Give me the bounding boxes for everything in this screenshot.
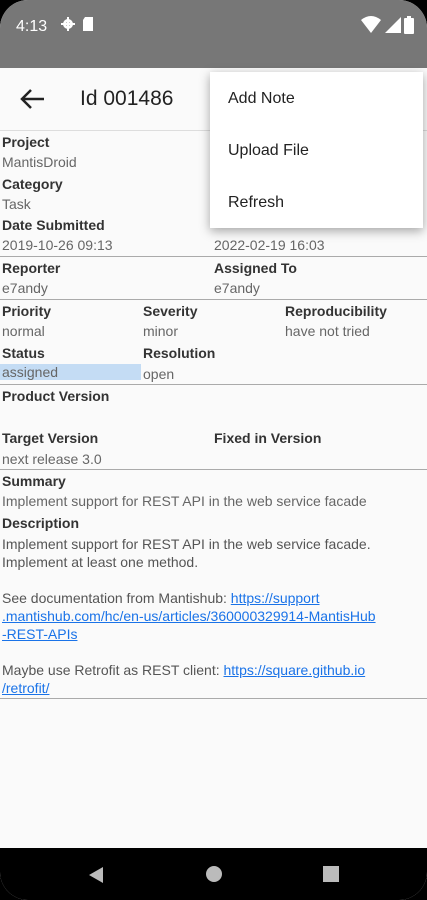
- doc-link[interactable]: -REST-APIs: [2, 626, 77, 642]
- divider: [0, 299, 427, 300]
- nav-recents-icon[interactable]: [323, 866, 339, 882]
- documentation-paragraph: See documentation from Mantishub: https:…: [2, 589, 422, 607]
- nav-home-icon[interactable]: [205, 865, 223, 883]
- resolution-value: open: [143, 366, 175, 382]
- doc-text: See documentation from Mantishub:: [2, 590, 231, 606]
- divider: [0, 698, 427, 699]
- overflow-menu: Add Note Upload File Refresh: [210, 72, 423, 228]
- phone-screen: 4:13 Id 001486 Project MantisDroid Categ…: [0, 0, 427, 900]
- wifi-icon: [361, 16, 381, 33]
- description-label: Description: [2, 515, 80, 531]
- reporter-label: Reporter: [2, 260, 61, 276]
- divider: [0, 469, 427, 470]
- project-label: Project: [2, 134, 50, 150]
- sd-card-icon: [83, 17, 93, 31]
- assigned-to-label: Assigned To: [214, 260, 297, 276]
- fixed-in-version-label: Fixed in Version: [214, 430, 322, 446]
- status-label: Status: [2, 345, 45, 361]
- summary-value: Implement support for REST API in the we…: [2, 493, 367, 509]
- description-line: Implement at least one method.: [2, 554, 199, 570]
- back-arrow-icon[interactable]: [18, 86, 46, 112]
- priority-value: normal: [2, 323, 45, 339]
- page-title: Id 001486: [80, 87, 174, 110]
- last-update-value: 2022-02-19 16:03: [214, 237, 325, 253]
- divider: [0, 384, 427, 385]
- nav-back-icon[interactable]: [88, 866, 104, 884]
- assigned-to-value: e7andy: [214, 280, 260, 296]
- menu-item-upload-file[interactable]: Upload File: [228, 142, 309, 160]
- doc-link[interactable]: .mantishub.com/hc/en-us/articles/3600003…: [2, 608, 376, 624]
- retrofit-link[interactable]: /retrofit/: [2, 680, 49, 696]
- reporter-value: e7andy: [2, 280, 48, 296]
- menu-item-refresh[interactable]: Refresh: [228, 194, 284, 212]
- target-version-label: Target Version: [2, 430, 99, 446]
- date-submitted-value: 2019-10-26 09:13: [2, 237, 113, 253]
- status-time: 4:13: [16, 18, 48, 35]
- date-submitted-label: Date Submitted: [2, 217, 105, 233]
- retrofit-paragraph: Maybe use Retrofit as REST client: https…: [2, 661, 422, 679]
- divider: [0, 256, 427, 257]
- doc-link[interactable]: https://support: [231, 590, 320, 606]
- severity-value: minor: [143, 323, 179, 339]
- battery-icon: [404, 16, 414, 34]
- product-version-label: Product Version: [2, 388, 110, 404]
- project-value: MantisDroid: [2, 154, 77, 170]
- description-line: Implement support for REST API in the we…: [2, 536, 371, 552]
- cell-signal-icon: [385, 17, 401, 33]
- summary-label: Summary: [2, 473, 66, 489]
- resolution-label: Resolution: [143, 345, 216, 361]
- settings-gear-icon: [61, 17, 75, 31]
- retrofit-link[interactable]: https://square.github.io: [224, 662, 366, 678]
- menu-item-add-note[interactable]: Add Note: [228, 90, 295, 108]
- reproducibility-label: Reproducibility: [285, 303, 387, 319]
- target-version-value: next release 3.0: [2, 451, 102, 467]
- priority-label: Priority: [2, 303, 52, 319]
- navigation-bar: [0, 848, 427, 900]
- status-value: assigned: [0, 364, 141, 380]
- reproducibility-value: have not tried: [285, 323, 370, 339]
- category-value: Task: [2, 196, 31, 212]
- retrofit-text: Maybe use Retrofit as REST client:: [2, 662, 224, 678]
- severity-label: Severity: [143, 303, 198, 319]
- description-text: Implement support for REST API in the we…: [2, 535, 422, 697]
- category-label: Category: [2, 176, 63, 192]
- status-bar: 4:13: [0, 0, 427, 68]
